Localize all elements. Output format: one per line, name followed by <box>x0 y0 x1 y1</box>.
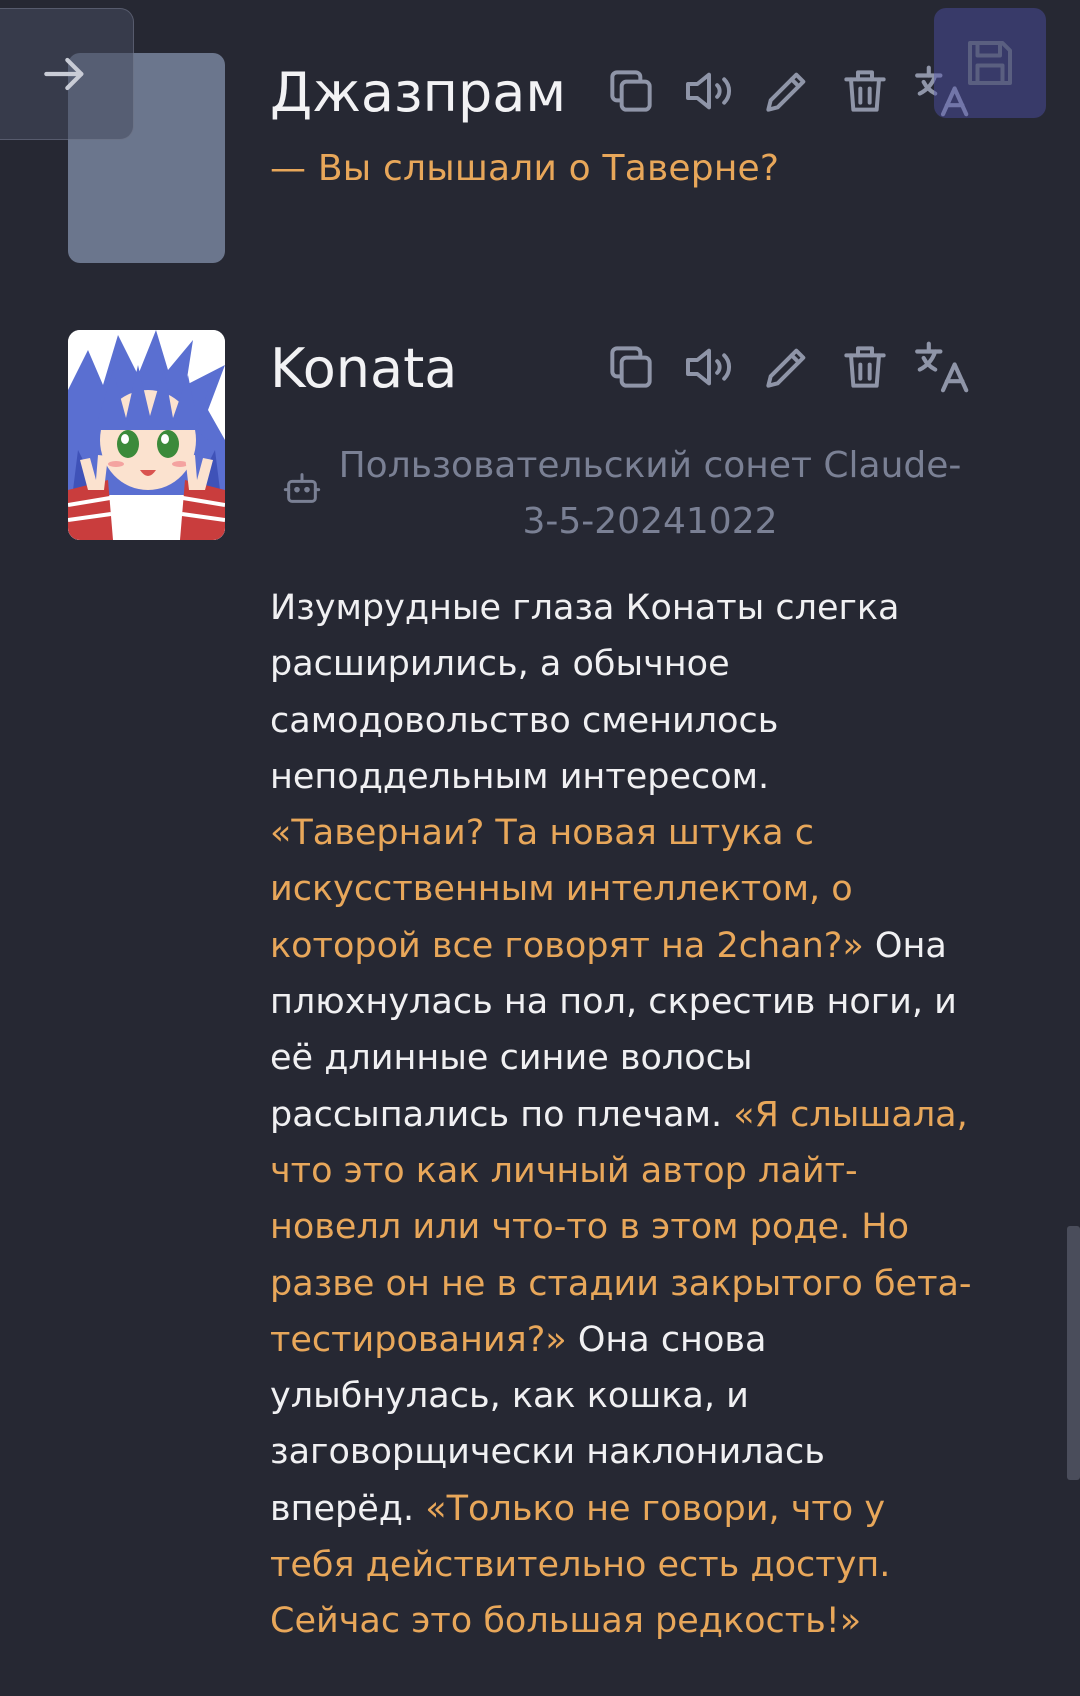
model-name-line-2: 3-5-20241022 <box>522 501 778 542</box>
model-name-line-1: Пользовательский сонет Claude- <box>338 445 962 486</box>
edit-pencil-icon <box>759 339 815 399</box>
delete-button[interactable] <box>826 334 904 404</box>
speak-button[interactable] <box>670 58 748 128</box>
copy-button[interactable] <box>592 58 670 128</box>
back-button[interactable] <box>0 8 134 140</box>
floppy-disk-icon <box>960 33 1020 93</box>
model-name: Пользовательский сонет Claude- 3-5-20241… <box>330 438 970 550</box>
konata-avatar-image <box>68 330 225 540</box>
copy-icon <box>603 339 659 399</box>
message-author-name: Джазпрам <box>270 61 567 124</box>
translate-button[interactable] <box>904 334 982 404</box>
message-actions <box>592 58 982 128</box>
message-body: Изумрудные глаза Конаты слегка расширили… <box>270 580 980 1650</box>
quoted-speech: «Тавернаи? Та новая штука с искусственны… <box>270 813 864 966</box>
konata-avatar[interactable] <box>68 330 225 540</box>
scrollbar-thumb[interactable] <box>1067 1226 1080 1480</box>
edit-pencil-icon <box>759 63 815 123</box>
arrow-right-icon <box>37 46 93 102</box>
speaker-icon <box>681 63 737 123</box>
edit-button[interactable] <box>748 334 826 404</box>
speak-button[interactable] <box>670 334 748 404</box>
translate-icon <box>912 336 974 402</box>
message-author-name: Konata <box>270 337 458 400</box>
save-button[interactable] <box>934 8 1046 118</box>
narration-text: Изумрудные глаза Конаты слегка расширили… <box>270 588 900 797</box>
robot-icon <box>282 468 322 512</box>
delete-trash-icon <box>837 339 893 399</box>
copy-button[interactable] <box>592 334 670 404</box>
message-actions <box>592 334 982 404</box>
copy-icon <box>603 63 659 123</box>
delete-trash-icon <box>837 63 893 123</box>
model-info: Пользовательский сонет Claude- 3-5-20241… <box>270 438 970 548</box>
edit-button[interactable] <box>748 58 826 128</box>
speaker-icon <box>681 339 737 399</box>
message-text: — Вы слышали о Таверне? <box>270 148 780 189</box>
delete-button[interactable] <box>826 58 904 128</box>
